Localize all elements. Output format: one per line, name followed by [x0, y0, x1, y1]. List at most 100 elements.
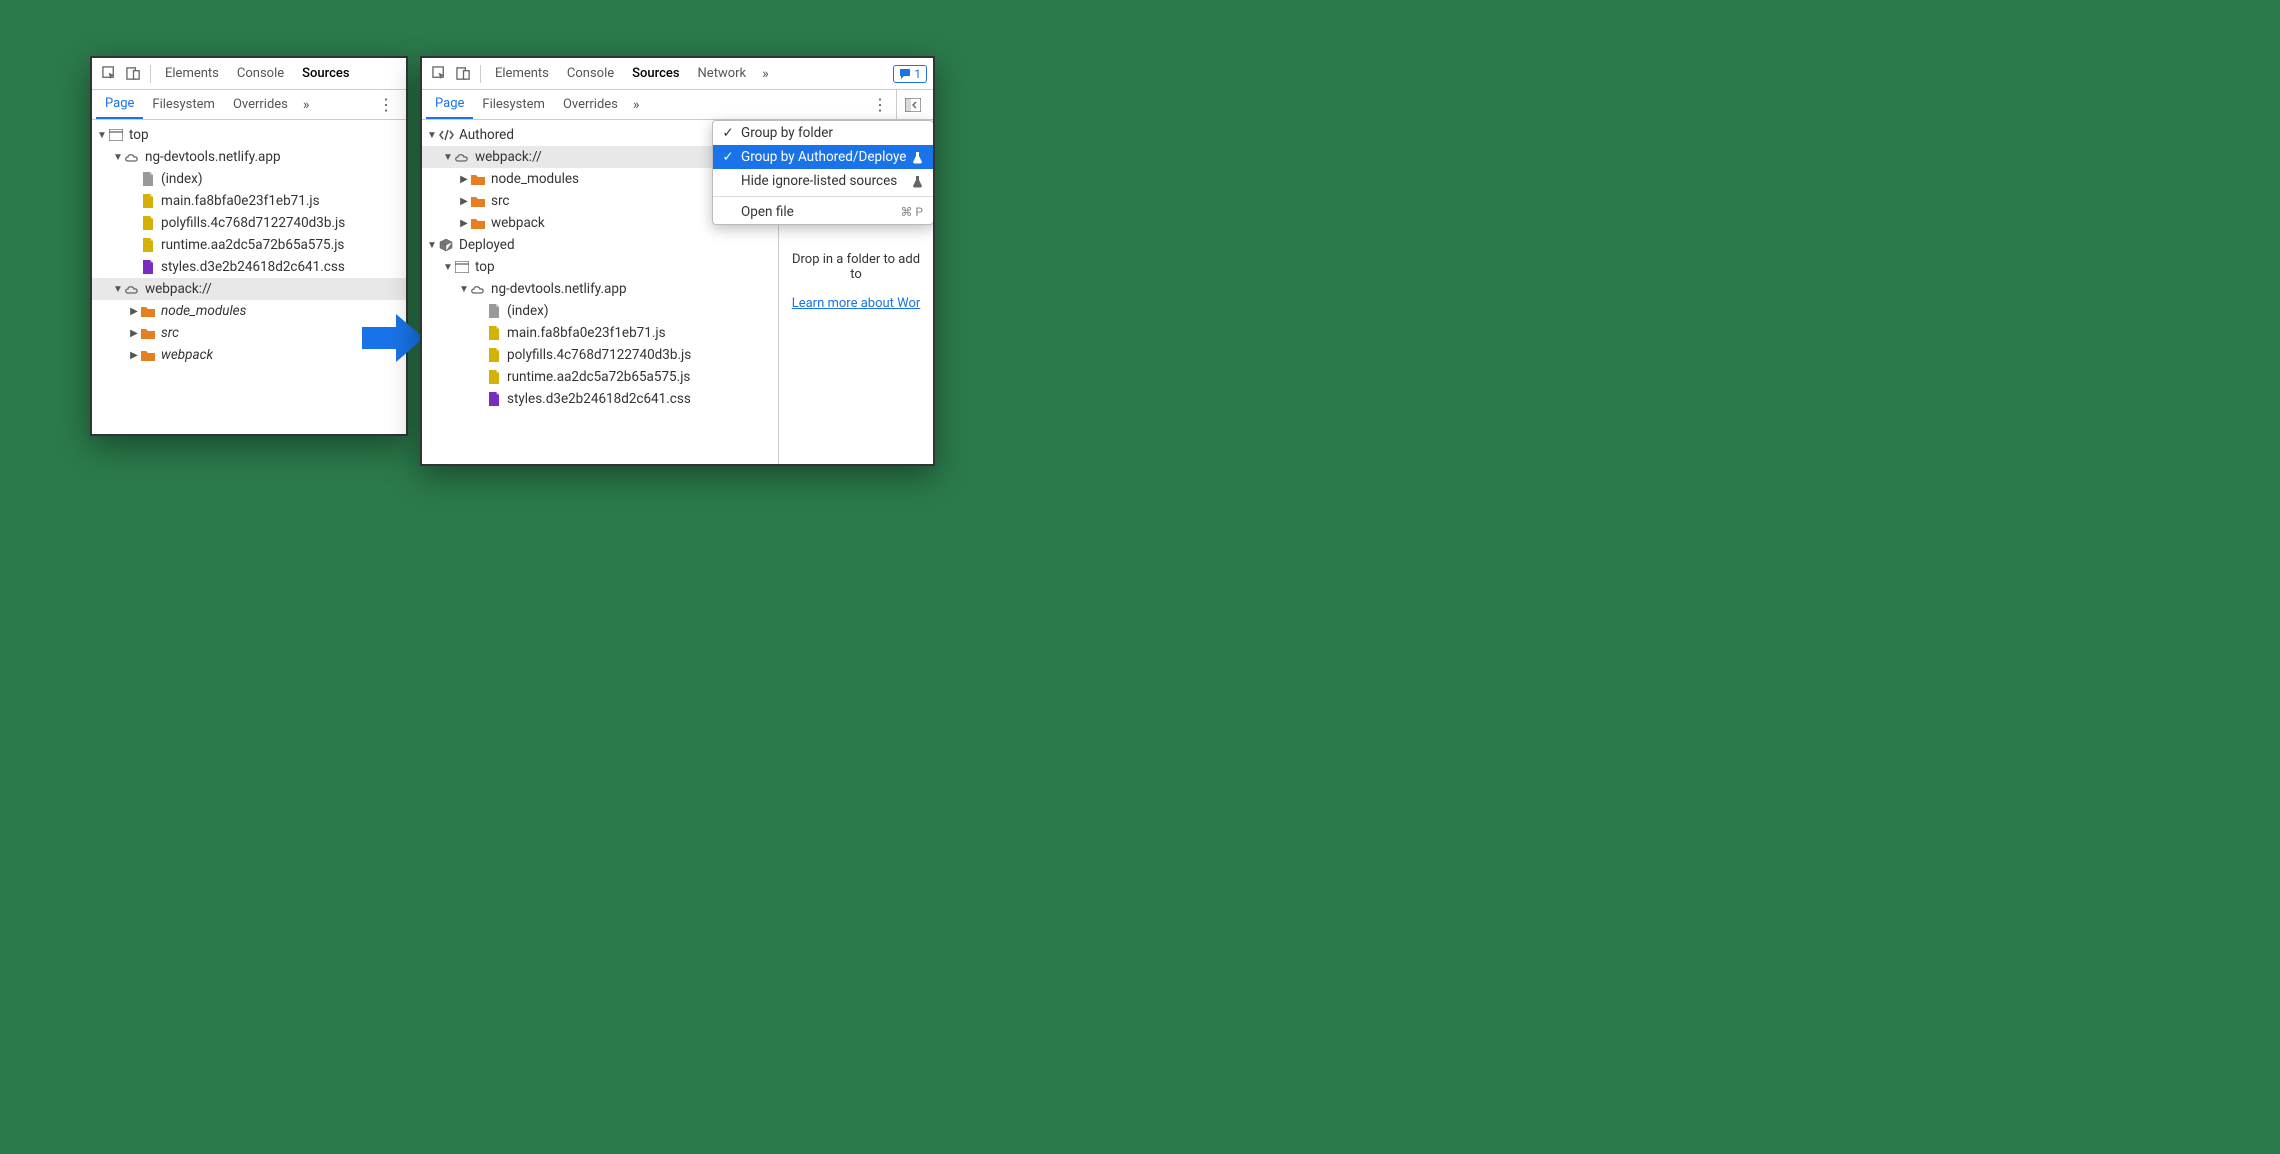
tab-elements[interactable]: Elements: [487, 58, 557, 89]
caret-icon[interactable]: [442, 262, 454, 273]
tree-file-js[interactable]: runtime.aa2dc5a72b65a575.js: [92, 234, 406, 256]
caret-icon[interactable]: [112, 152, 124, 163]
caret-icon[interactable]: [128, 328, 140, 339]
caret-icon[interactable]: [458, 174, 470, 185]
tree-deployed[interactable]: Deployed: [422, 234, 780, 256]
menu-hide-ignore[interactable]: Hide ignore-listed sources: [713, 169, 933, 193]
tree-top[interactable]: top: [92, 124, 406, 146]
caret-icon[interactable]: [128, 306, 140, 317]
file-icon: [140, 171, 156, 187]
inspect-icon[interactable]: [98, 63, 120, 85]
tree-domain[interactable]: ng-devtools.netlify.app: [92, 146, 406, 168]
toggle-editor-icon[interactable]: [896, 90, 929, 119]
tree-folder[interactable]: webpack: [92, 344, 406, 366]
tree-label: main.fa8bfa0e23f1eb71.js: [507, 325, 666, 341]
subtab-page[interactable]: Page: [426, 90, 473, 119]
tree-file-js[interactable]: polyfills.4c768d7122740d3b.js: [92, 212, 406, 234]
tree-label: polyfills.4c768d7122740d3b.js: [161, 215, 345, 231]
caret-icon[interactable]: [458, 284, 470, 295]
flask-icon: [912, 175, 923, 188]
file-tree-before: top ng-devtools.netlify.app (index) main…: [92, 120, 406, 370]
subtab-filesystem[interactable]: Filesystem: [143, 90, 224, 119]
caret-icon[interactable]: [96, 130, 108, 141]
tree-label: src: [161, 325, 179, 341]
tree-file-css[interactable]: styles.d3e2b24618d2c641.css: [92, 256, 406, 278]
tree-label: polyfills.4c768d7122740d3b.js: [507, 347, 691, 363]
tree-label: runtime.aa2dc5a72b65a575.js: [161, 237, 344, 253]
tree-file-js[interactable]: runtime.aa2dc5a72b65a575.js: [422, 366, 780, 388]
caret-icon[interactable]: [442, 152, 454, 163]
caret-icon[interactable]: [458, 196, 470, 207]
tree-label: webpack://: [145, 281, 212, 297]
js-file-icon: [486, 347, 502, 363]
menu-separator: [713, 196, 933, 197]
device-icon[interactable]: [452, 63, 474, 85]
tree-label: main.fa8bfa0e23f1eb71.js: [161, 193, 320, 209]
menu-open-file[interactable]: Open file ⌘ P: [713, 200, 933, 224]
caret-icon[interactable]: [128, 350, 140, 361]
subtab-filesystem[interactable]: Filesystem: [473, 90, 554, 119]
subtab-overrides[interactable]: Overrides: [554, 90, 627, 119]
tab-console[interactable]: Console: [229, 58, 292, 89]
caret-icon[interactable]: [426, 130, 438, 141]
toolbar-divider: [480, 65, 481, 83]
folder-icon: [470, 215, 486, 231]
cloud-icon: [124, 281, 140, 297]
tree-folder[interactable]: node_modules: [92, 300, 406, 322]
code-icon: [438, 127, 454, 143]
caret-icon[interactable]: [112, 284, 124, 295]
tree-webpack[interactable]: webpack://: [92, 278, 406, 300]
sources-subbar: Page Filesystem Overrides » ⋮: [92, 90, 406, 120]
tree-label: node_modules: [491, 171, 579, 187]
tab-sources[interactable]: Sources: [294, 58, 357, 89]
js-file-icon: [140, 215, 156, 231]
tab-elements[interactable]: Elements: [157, 58, 227, 89]
tree-label: top: [475, 259, 495, 275]
sources-subbar: Page Filesystem Overrides » ⋮: [422, 90, 933, 120]
tree-file-css[interactable]: styles.d3e2b24618d2c641.css: [422, 388, 780, 410]
tree-domain[interactable]: ng-devtools.netlify.app: [422, 278, 780, 300]
folder-icon: [140, 303, 156, 319]
css-file-icon: [140, 259, 156, 275]
folder-icon: [140, 325, 156, 341]
subtab-overrides[interactable]: Overrides: [224, 90, 297, 119]
tab-console[interactable]: Console: [559, 58, 622, 89]
caret-icon[interactable]: [426, 240, 438, 251]
js-file-icon: [140, 193, 156, 209]
devtools-panel-before: Elements Console Sources Page Filesystem…: [90, 56, 408, 436]
tree-file-index[interactable]: (index): [422, 300, 780, 322]
tree-file-js[interactable]: polyfills.4c768d7122740d3b.js: [422, 344, 780, 366]
folder-icon: [140, 347, 156, 363]
menu-group-folder[interactable]: ✓ Group by folder: [713, 121, 933, 145]
subtab-page[interactable]: Page: [96, 90, 143, 119]
menu-group-authored[interactable]: ✓ Group by Authored/Deployed: [713, 145, 933, 169]
tabs-more-icon[interactable]: »: [756, 66, 775, 82]
kebab-menu-icon[interactable]: ⋮: [370, 95, 402, 114]
cloud-icon: [124, 149, 140, 165]
subtab-more-icon[interactable]: »: [297, 97, 316, 113]
tree-file-js[interactable]: main.fa8bfa0e23f1eb71.js: [92, 190, 406, 212]
main-toolbar: Elements Console Sources Network » 1: [422, 58, 933, 90]
learn-more-link[interactable]: Learn more about Wor: [792, 296, 921, 311]
issues-badge[interactable]: 1: [893, 65, 927, 83]
tab-sources[interactable]: Sources: [624, 58, 687, 89]
tree-label: (index): [161, 171, 203, 187]
tree-folder[interactable]: src: [92, 322, 406, 344]
subtab-more-icon[interactable]: »: [627, 97, 646, 113]
tree-file-js[interactable]: main.fa8bfa0e23f1eb71.js: [422, 322, 780, 344]
tree-label: Authored: [459, 127, 514, 143]
tree-top[interactable]: top: [422, 256, 780, 278]
js-file-icon: [140, 237, 156, 253]
shortcut-label: ⌘ P: [900, 205, 923, 219]
tree-file-index[interactable]: (index): [92, 168, 406, 190]
file-icon: [486, 303, 502, 319]
kebab-menu-icon[interactable]: ⋮: [864, 95, 896, 114]
window-icon: [108, 127, 124, 143]
tree-label: webpack://: [475, 149, 542, 165]
inspect-icon[interactable]: [428, 63, 450, 85]
caret-icon[interactable]: [458, 218, 470, 229]
device-icon[interactable]: [122, 63, 144, 85]
drop-hint: Drop in a folder to add to: [787, 252, 925, 282]
main-toolbar: Elements Console Sources: [92, 58, 406, 90]
tab-network[interactable]: Network: [690, 58, 755, 89]
